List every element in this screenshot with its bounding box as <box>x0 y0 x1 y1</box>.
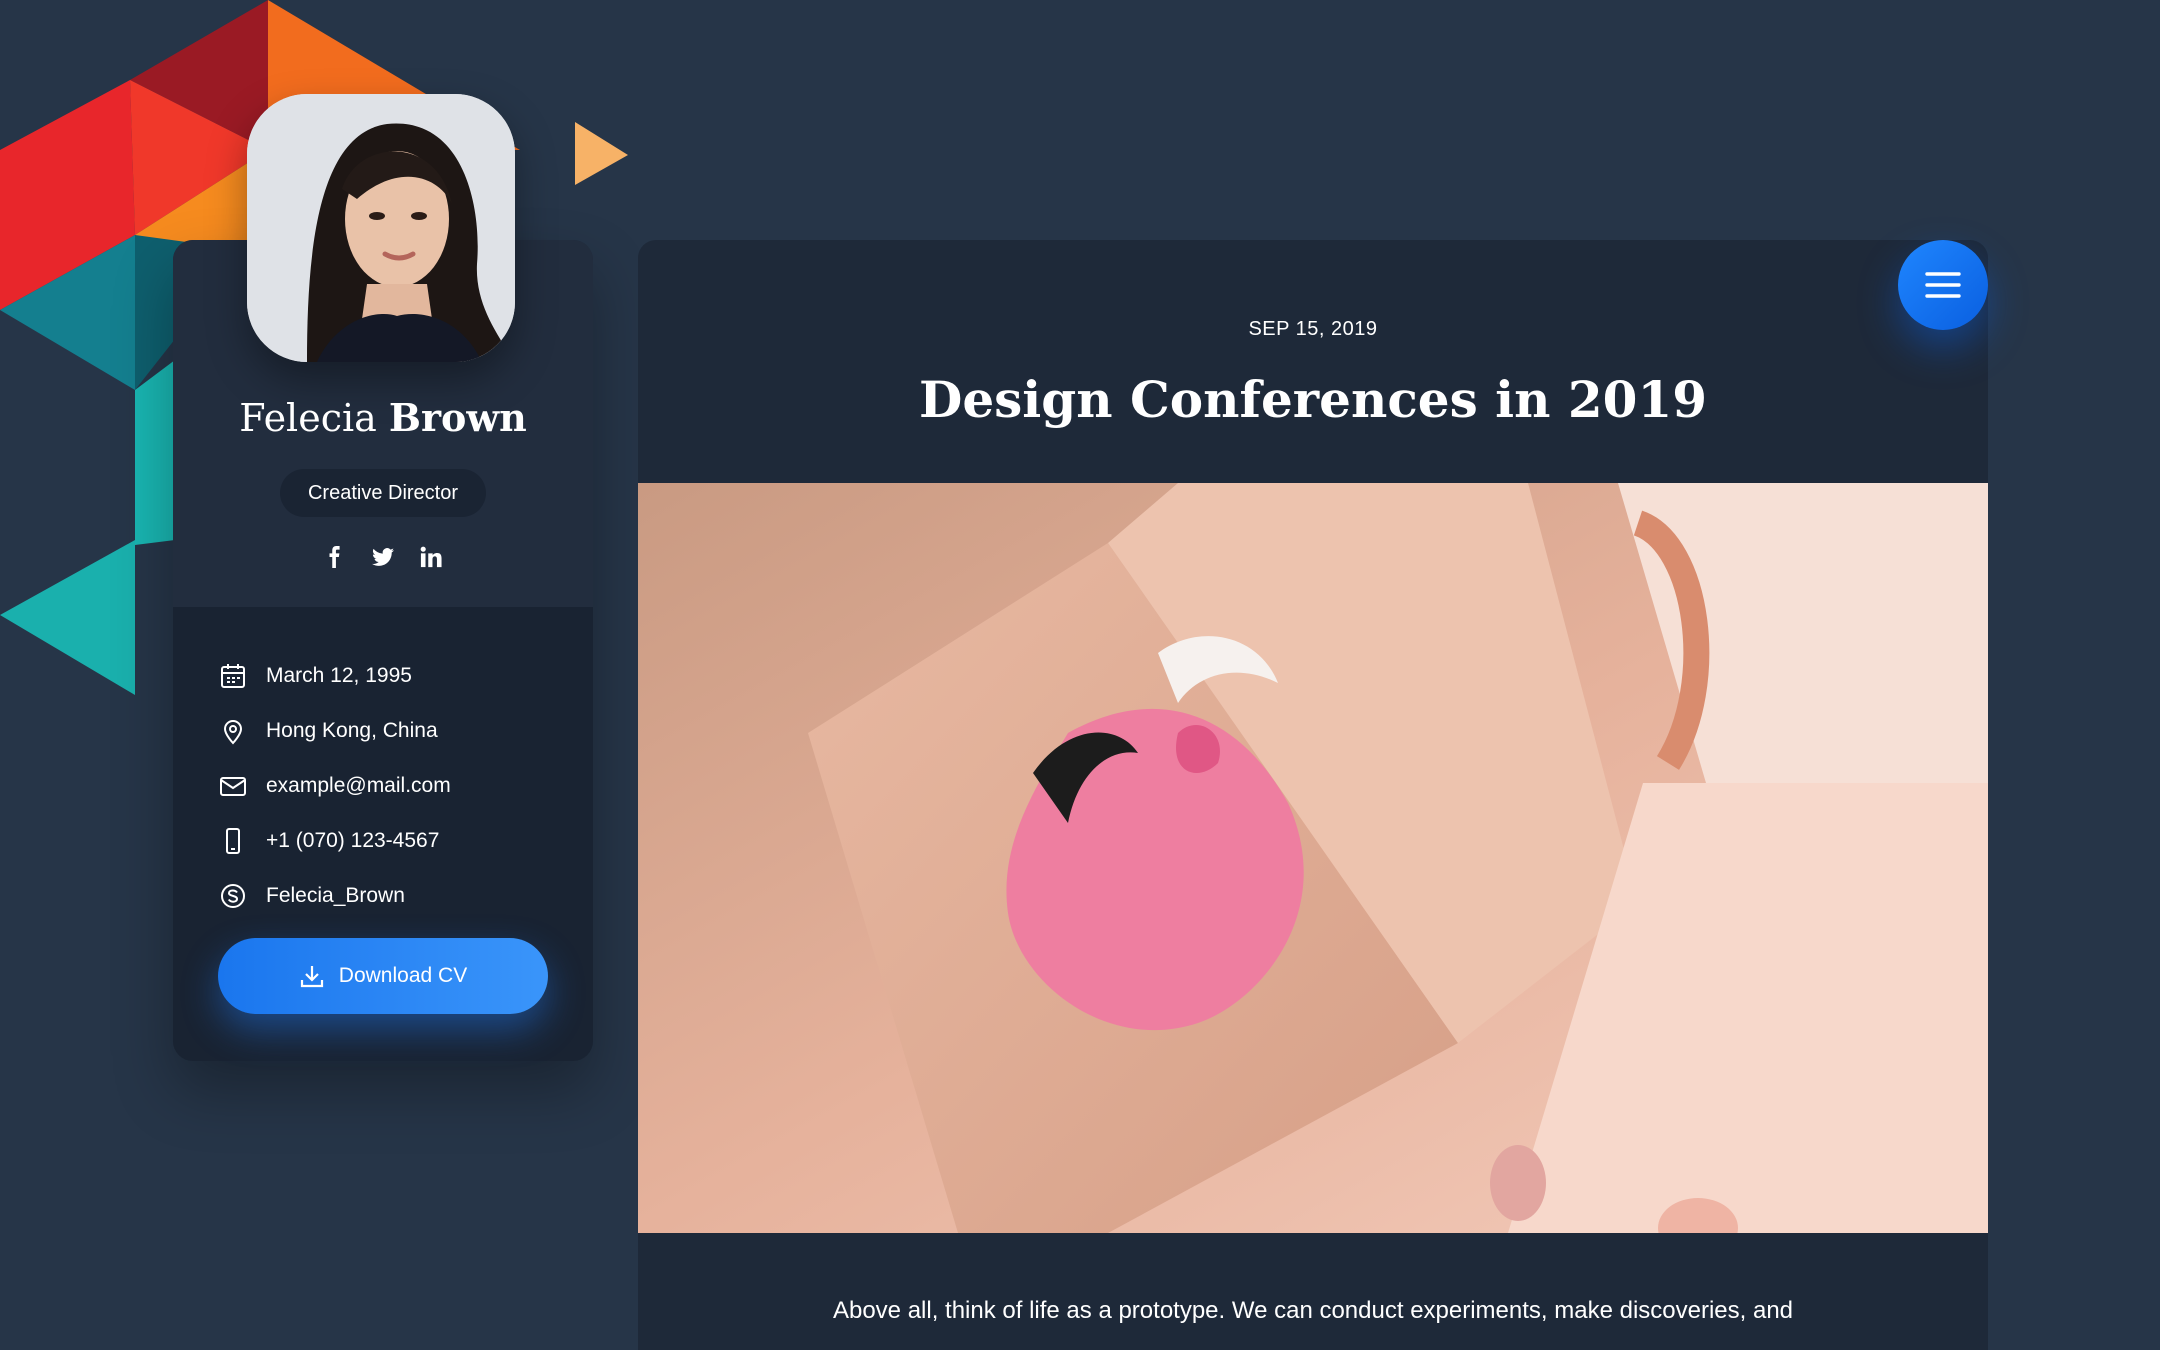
download-cv-label: Download CV <box>338 964 468 987</box>
calendar-icon <box>218 661 248 691</box>
skype-icon <box>218 881 248 911</box>
info-phone: +1 (070) 123-4567 <box>218 813 558 868</box>
info-skype: Felecia_Brown <box>218 868 558 923</box>
location-text: Hong Kong, China <box>266 718 438 742</box>
avatar <box>247 94 515 362</box>
linkedin-icon[interactable] <box>418 544 444 570</box>
skype-text: Felecia_Brown <box>266 883 405 907</box>
envelope-icon <box>218 771 248 801</box>
profile-name: Felecia Brown <box>173 395 593 440</box>
facebook-icon[interactable] <box>322 544 348 570</box>
email-link[interactable]: example@mail.com <box>266 774 451 798</box>
menu-button[interactable] <box>1898 240 1988 330</box>
twitter-icon[interactable] <box>370 544 396 570</box>
download-cv-button[interactable]: Download CV <box>218 938 548 1014</box>
location-pin-icon <box>218 716 248 746</box>
profile-card: Felecia Brown Creative Director March 12… <box>173 94 593 1061</box>
contact-info-list: March 12, 1995 Hong Kong, China example@… <box>218 648 558 923</box>
article-card: SEP 15, 2019 Design Conferences in 2019 <box>638 240 1988 1350</box>
article-hero-image <box>638 483 1988 1233</box>
info-birthday: March 12, 1995 <box>218 648 558 703</box>
first-name: Felecia <box>239 396 377 440</box>
phone-text: +1 (070) 123-4567 <box>266 828 440 852</box>
role-badge: Creative Director <box>280 469 486 517</box>
phone-icon <box>218 826 248 856</box>
download-icon <box>300 966 323 988</box>
article-date: SEP 15, 2019 <box>1248 318 1378 340</box>
info-location: Hong Kong, China <box>218 703 558 758</box>
birthday-text: March 12, 1995 <box>266 663 412 687</box>
article-excerpt: Above all, think of life as a prototype.… <box>832 1297 1794 1324</box>
last-name: Brown <box>388 395 527 440</box>
info-email: example@mail.com <box>218 758 558 813</box>
article-title: Design Conferences in 2019 <box>918 370 1708 429</box>
hamburger-menu-icon <box>1925 272 1961 298</box>
social-links <box>173 542 593 572</box>
